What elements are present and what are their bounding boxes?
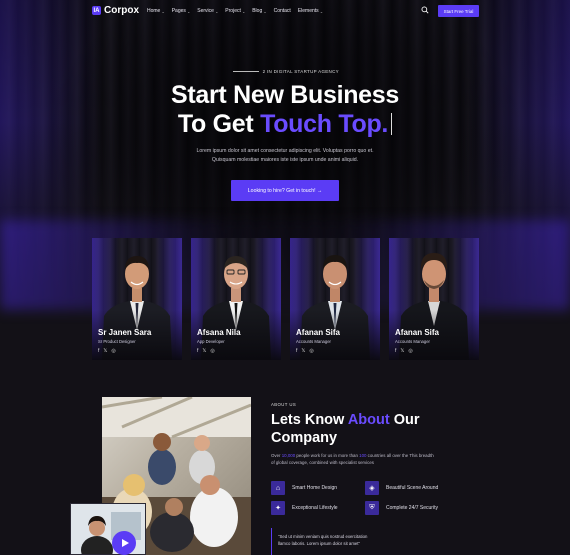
menu-item-home[interactable]: Home ⌄ [147, 8, 165, 14]
about-paragraph: Over 10,000 people work for us in more t… [271, 452, 471, 459]
social-links: f 𝕏 ◎ [197, 348, 215, 354]
about-title-suffix: Our [389, 412, 420, 428]
feature-label: Exceptional Lifestyle [292, 505, 338, 511]
text-caret [391, 113, 393, 135]
team-member-role: Accounts Manager [296, 339, 331, 344]
instagram-icon[interactable]: ◎ [408, 348, 412, 354]
team-card[interactable]: Sr Janen Sara Sr Product Designer f 𝕏 ◎ [92, 238, 182, 360]
team-card[interactable]: Afanan Sifa Accounts Manager f 𝕏 ◎ [389, 238, 479, 360]
team-member-role: App Developer [197, 339, 225, 344]
team-member-role: Accounts Manager [395, 339, 430, 344]
top-nav: IA Corpox Home ⌄ Pages ⌄ Service ⌄ Project ⌄… [0, 0, 570, 22]
about-title-line1: Lets Know About Our [271, 412, 420, 428]
team-member-name: Afsana Nila [197, 328, 241, 337]
feature-label: Smart Home Design [292, 485, 338, 491]
logo-mark-icon: IA [92, 6, 101, 15]
chevron-down-icon: ⌄ [241, 8, 246, 14]
hero-glow [0, 220, 570, 310]
team-member-role: Sr Product Designer [98, 339, 136, 344]
about-title-prefix: Lets Know [271, 412, 348, 428]
twitter-icon[interactable]: 𝕏 [103, 348, 107, 354]
about-quote: "Sed ut minim veniam quis nostrud exerci… [271, 528, 461, 555]
about-text: Over [271, 453, 282, 458]
lifestyle-icon: ✦ [271, 501, 285, 515]
menu-item-elements[interactable]: Elements ⌄ [298, 8, 323, 14]
chevron-down-icon: ⌄ [186, 8, 191, 14]
chevron-down-icon: ⌄ [214, 8, 219, 14]
about-paragraph-line2: of global coverage, combined with specia… [271, 460, 374, 465]
twitter-icon[interactable]: 𝕏 [301, 348, 305, 354]
twitter-icon[interactable]: 𝕏 [400, 348, 404, 354]
facebook-icon[interactable]: f [98, 348, 99, 354]
start-free-trial-button[interactable]: Start Free Trial [438, 5, 479, 17]
hero-eyebrow: 2 IN DIGITAL STARTUP AGENCY [0, 69, 570, 74]
about-tag: ABOUT US [271, 402, 297, 407]
hero-title-line1: Start New Business [170, 81, 399, 109]
facebook-icon[interactable]: f [395, 348, 396, 354]
team-member-name: Afanan Sifa [395, 328, 440, 337]
home-icon: ⌂ [271, 481, 285, 495]
hero-eyebrow-text: 2 IN DIGITAL STARTUP AGENCY [262, 69, 339, 74]
about-text: countries all over the This breadth [366, 453, 434, 458]
team-card[interactable]: Afsana Nila App Developer f 𝕏 ◎ [191, 238, 281, 360]
security-icon: ⛨ [365, 501, 379, 515]
hero-title-accent: Touch Top. [260, 110, 389, 138]
play-icon [121, 539, 129, 547]
hero-title-line2: To Get Touch Top. [0, 110, 570, 139]
hero-subtitle-line2: Quisquam molestiae maiores iste iste ips… [211, 157, 359, 163]
main-menu: Home ⌄ Pages ⌄ Service ⌄ Project ⌄ Blog ⌄ Con… [147, 8, 323, 14]
about-title-accent: About [347, 412, 390, 428]
social-links: f 𝕏 ◎ [98, 348, 116, 354]
facebook-icon[interactable]: f [296, 348, 297, 354]
chevron-down-icon: ⌄ [161, 8, 165, 14]
play-video-button[interactable] [112, 531, 136, 555]
menu-item-contact[interactable]: Contact [274, 8, 291, 14]
feature-item: ⌂ Smart Home Design [271, 481, 337, 495]
feature-item: ⛨ Complete 24/7 Security [365, 501, 438, 515]
social-links: f 𝕏 ◎ [296, 348, 314, 354]
facebook-icon[interactable]: f [197, 348, 198, 354]
logo[interactable]: IA Corpox [92, 5, 139, 16]
hero-title-prefix: To Get [177, 110, 261, 138]
instagram-icon[interactable]: ◎ [309, 348, 313, 354]
feature-label: Beautiful Scene Around [386, 485, 439, 491]
logo-text: Corpox [104, 5, 139, 16]
scene-icon: ◈ [365, 481, 379, 495]
divider [233, 71, 260, 73]
about-highlight: 10,000 [281, 453, 296, 458]
team-member-name: Sr Janen Sara [98, 328, 152, 337]
menu-item-blog[interactable]: Blog ⌄ [252, 8, 266, 14]
twitter-icon[interactable]: 𝕏 [202, 348, 206, 354]
feature-item: ◈ Beautiful Scene Around [365, 481, 438, 495]
feature-item: ✦ Exceptional Lifestyle [271, 501, 338, 515]
menu-item-project[interactable]: Project ⌄ [225, 8, 245, 14]
social-links: f 𝕏 ◎ [395, 348, 413, 354]
menu-item-service[interactable]: Service ⌄ [197, 8, 218, 14]
hero-subtitle-line1: Lorem ipsum dolor sit amet consectetur a… [196, 148, 374, 154]
team-card[interactable]: Afanan Sifa Accounts Manager f 𝕏 ◎ [290, 238, 380, 360]
chevron-down-icon: ⌄ [319, 8, 324, 14]
about-title-line2: Company [271, 430, 338, 446]
about-text: people work for us in more than [295, 453, 360, 458]
page: IA Corpox Home ⌄ Pages ⌄ Service ⌄ Project ⌄… [0, 0, 570, 555]
feature-label: Complete 24/7 Security [386, 505, 438, 511]
search-icon[interactable] [421, 6, 429, 14]
instagram-icon[interactable]: ◎ [210, 348, 214, 354]
menu-item-pages[interactable]: Pages ⌄ [172, 8, 191, 14]
quote-line: llamco laboris. Lorem ipsum dolor sit am… [278, 540, 361, 546]
chevron-down-icon: ⌄ [263, 8, 267, 14]
instagram-icon[interactable]: ◎ [111, 348, 115, 354]
team-member-name: Afanan Sifa [296, 328, 341, 337]
get-in-touch-button[interactable]: Looking to hire? Get in touch! → [231, 180, 339, 201]
